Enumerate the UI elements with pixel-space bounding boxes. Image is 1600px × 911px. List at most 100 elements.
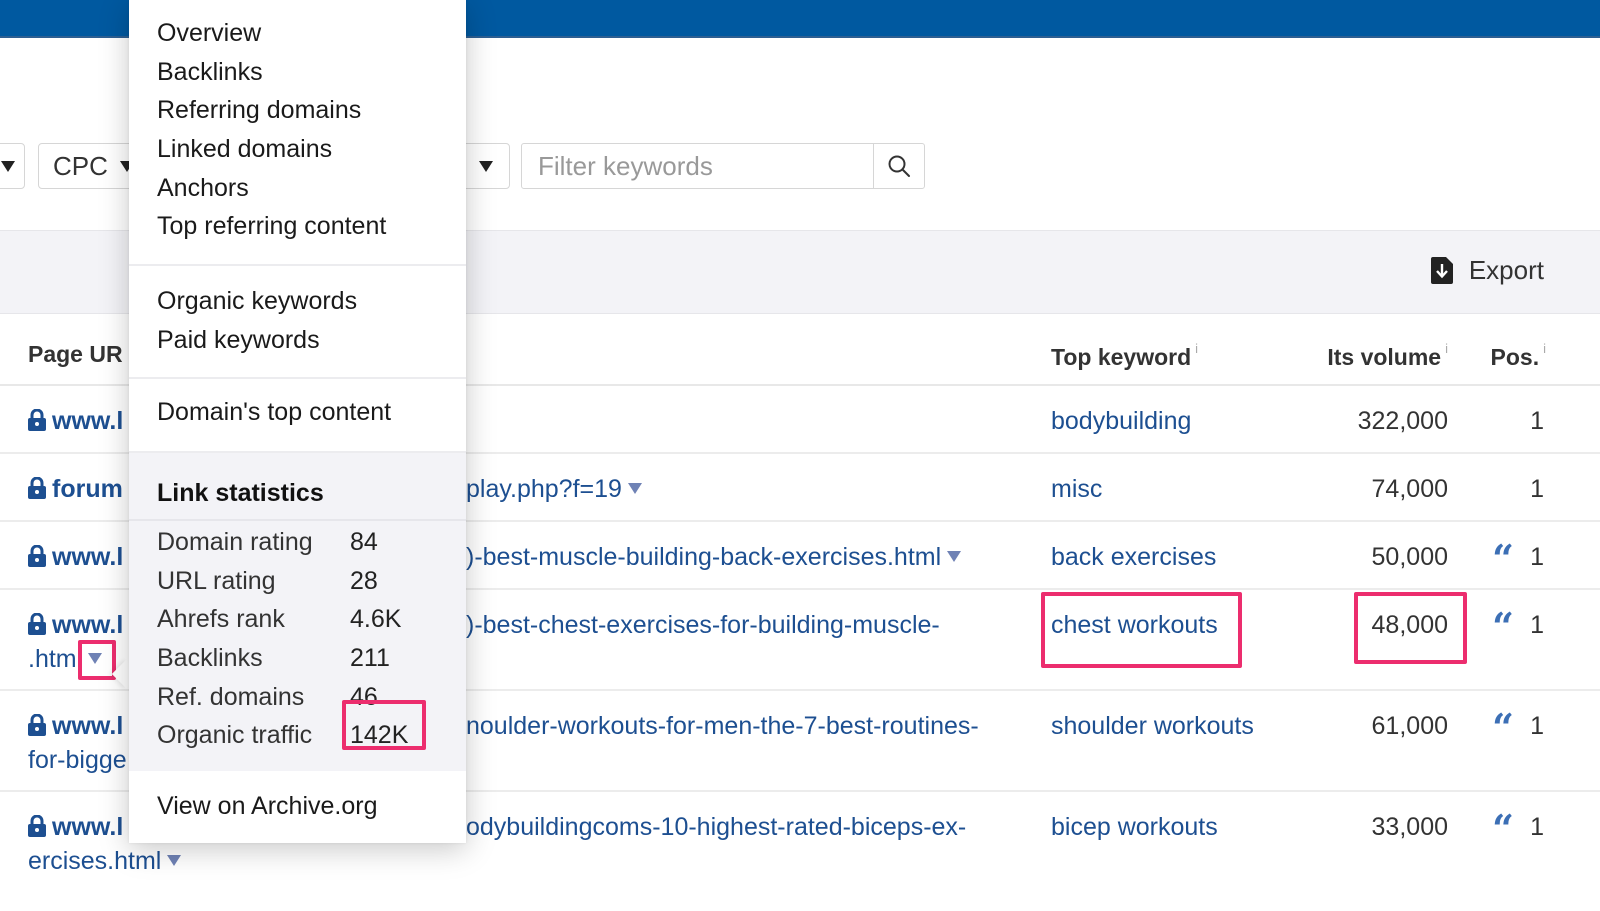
search-icon [888,155,910,177]
cpc-filter-label: CPC [53,150,108,181]
stat-value: 84 [350,528,378,556]
keyword-filter [521,143,925,189]
page-url-cell[interactable]: www.l [28,404,123,438]
stat-organic-traffic: Organic traffic 142K [129,700,466,755]
export-button[interactable]: Export [1430,255,1544,286]
export-label: Export [1468,255,1544,285]
page-domain-link[interactable]: www.l [52,407,123,435]
page-path-text: )-best-muscle-building-back-exercises.ht… [466,543,942,571]
top-keyword-link[interactable]: bodybuilding [1051,404,1191,438]
lock-icon [28,545,46,567]
filter-select-left[interactable] [0,143,25,189]
page-domain-link[interactable]: www.l [52,543,123,571]
top-keyword-link[interactable]: shoulder workouts [1051,709,1254,743]
featured-snippet-quote-icon: “ [1492,806,1514,851]
stat-label: Ahrefs rank [157,605,285,634]
column-header-page-url[interactable]: Page UR [28,341,123,368]
info-icon[interactable]: i [1543,341,1546,356]
stat-url-rating: URL rating 28 [129,562,466,601]
menu-item-backlinks[interactable]: Backlinks [129,53,466,92]
position-value: 1 [1530,611,1544,639]
page-domain-link[interactable]: www.l [52,712,123,740]
page-path-text: noulder-workouts-for-men-the-7-best-rout… [466,712,979,740]
page-url-cell[interactable]: www.l for-bigge [28,709,127,777]
menu-item-top-referring-content[interactable]: Top referring content [129,207,466,246]
stat-label: Organic traffic [157,721,313,750]
dropdown-triangle-icon[interactable] [947,551,962,562]
stat-value: 4.6K [350,605,402,634]
page-domain-link[interactable]: www.l [52,611,123,639]
page-domain-link[interactable]: forum [52,475,123,503]
column-header-volume[interactable]: Its volume i [1327,341,1448,371]
keyword-volume: 33,000 [1371,813,1448,841]
top-keyword-link[interactable]: bicep workouts [1051,810,1218,844]
link-statistics-title: Link statistics [129,453,466,521]
featured-snippet-quote-icon: “ [1492,705,1514,750]
menu-item-anchors[interactable]: Anchors [129,169,466,208]
stat-domain-rating: Domain rating 84 [129,523,466,562]
url-context-dropdown: Overview Backlinks Referring domains Lin… [129,0,466,843]
page-path-text: odybuildingcoms-10-highest-rated-biceps-… [466,813,967,841]
keyword-volume: 74,000 [1371,475,1448,503]
dropdown-group-keywords: Organic keywords Paid keywords [129,266,466,379]
download-file-icon [1430,257,1453,284]
page-path-text: play.php?f=19 [466,475,622,503]
highlight-box-organic-traffic [342,700,426,751]
lock-icon [28,477,46,499]
stat-label: Domain rating [157,528,313,556]
top-keyword-link[interactable]: misc [1051,472,1102,506]
menu-item-referring-domains[interactable]: Referring domains [129,91,466,130]
column-header-top-keyword[interactable]: Top keyword i [1051,341,1198,371]
dropdown-group-backlink-reports: Overview Backlinks Referring domains Lin… [129,0,466,266]
page-path-link[interactable]: noulder-workouts-for-men-the-7-best-rout… [466,709,979,743]
menu-item-view-on-archive[interactable]: View on Archive.org [129,787,466,826]
highlight-box-dropdown-trigger [78,640,116,680]
keyword-volume: 50,000 [1371,543,1448,571]
filter-keywords-input[interactable] [522,144,873,188]
keyword-volume: 61,000 [1371,712,1448,740]
menu-item-paid-keywords[interactable]: Paid keywords [129,321,466,360]
dropdown-triangle-icon[interactable] [167,855,182,866]
column-header-position[interactable]: Pos. i [1491,341,1546,371]
menu-item-domains-top-content[interactable]: Domain's top content [129,393,466,432]
lock-icon [28,613,46,635]
column-header-label: Page UR [28,341,123,367]
top-keyword-link[interactable]: back exercises [1051,540,1216,574]
page-path-link[interactable]: odybuildingcoms-10-highest-rated-biceps-… [466,810,966,844]
lock-icon [28,714,46,736]
stat-label: Ref. domains [157,682,305,711]
page-url-continuation: .html [28,645,83,673]
column-header-label: Pos. [1490,344,1540,370]
dropdown-group-content: Domain's top content [129,379,466,451]
featured-snippet-quote-icon: “ [1492,536,1514,581]
info-icon[interactable]: i [1195,341,1198,356]
page-url-cell[interactable]: forum [28,472,123,506]
info-icon[interactable]: i [1445,341,1448,356]
stat-value: 211 [350,644,390,673]
keyword-volume: 322,000 [1357,407,1448,435]
caret-down-icon [479,160,493,172]
page-url-continuation: for-bigge [28,746,127,774]
link-statistics-panel: Link statistics Domain rating 84 URL rati… [129,451,466,771]
stat-backlinks: Backlinks 211 [129,639,466,678]
dropdown-group-archive: View on Archive.org [129,771,466,845]
stat-label: URL rating [157,566,276,595]
menu-item-overview[interactable]: Overview [129,14,466,53]
stat-label: Backlinks [157,644,263,673]
page-path-link[interactable]: )-best-chest-exercises-for-building-musc… [466,608,940,642]
page-url-cell[interactable]: www.l [28,540,123,574]
menu-item-linked-domains[interactable]: Linked domains [129,130,466,169]
featured-snippet-quote-icon: “ [1492,604,1514,649]
page-domain-link[interactable]: www.l [52,813,123,841]
highlight-box-keyword [1041,592,1242,668]
stat-ahrefs-rank: Ahrefs rank 4.6K [129,600,466,639]
page-url-continuation: ercises.html [28,847,162,875]
stat-value: 28 [350,566,378,595]
caret-down-icon [0,160,15,172]
page-path-link[interactable]: play.php?f=19 [466,472,642,506]
column-header-label: Top keyword [1051,344,1192,370]
page-path-link[interactable]: )-best-muscle-building-back-exercises.ht… [466,540,962,574]
dropdown-triangle-icon[interactable] [627,483,642,494]
search-button[interactable] [873,144,924,188]
menu-item-organic-keywords[interactable]: Organic keywords [129,282,466,321]
